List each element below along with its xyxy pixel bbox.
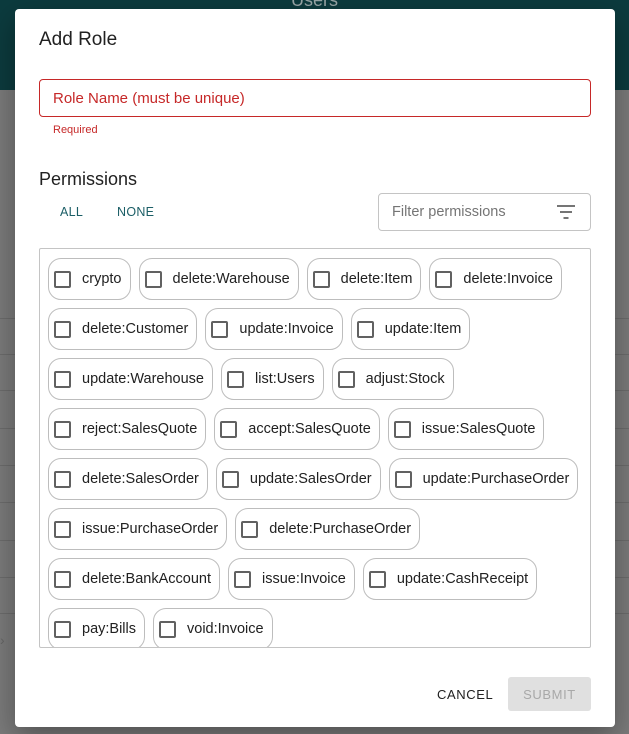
permissions-title: Permissions	[39, 169, 138, 189]
permission-label: update:Warehouse	[82, 371, 204, 387]
permission-label: delete:PurchaseOrder	[269, 521, 412, 537]
checkbox-icon[interactable]	[394, 470, 412, 488]
select-none-button[interactable]: NONE	[117, 205, 154, 219]
permission-label: update:SalesOrder	[249, 471, 372, 487]
checkbox-icon[interactable]	[54, 320, 71, 338]
permission-label: adjust:Stock	[365, 371, 445, 387]
checkbox-icon[interactable]	[54, 470, 71, 488]
permission-chip[interactable]: adjust:Stock	[331, 358, 454, 400]
role-name-input[interactable]	[40, 80, 590, 116]
permission-label: pay:Bills	[82, 621, 136, 637]
permission-label: issue:PurchaseOrder	[82, 521, 219, 537]
checkbox-icon[interactable]	[312, 270, 330, 288]
permission-label: list:Users	[255, 371, 315, 387]
permission-chip[interactable]: accept:SalesQuote	[214, 408, 380, 450]
permission-chip[interactable]: issue:SalesQuote	[387, 408, 545, 450]
permission-chip[interactable]: delete:Customer	[48, 308, 198, 350]
permission-label: delete:Invoice	[463, 271, 553, 287]
permission-label: update:CashReceipt	[396, 571, 529, 587]
checkbox-icon[interactable]	[220, 420, 238, 438]
permission-chip[interactable]: update:SalesOrder	[215, 458, 381, 500]
permission-chip[interactable]: update:Invoice	[205, 308, 343, 350]
dialog-title: Add Role	[39, 29, 118, 50]
cancel-button[interactable]: CANCEL	[437, 687, 493, 702]
permission-chip[interactable]: void:Invoice	[153, 608, 273, 647]
permission-chip[interactable]: update:PurchaseOrder	[388, 458, 579, 500]
checkbox-icon[interactable]	[233, 570, 251, 588]
permission-chip[interactable]: reject:SalesQuote	[48, 408, 207, 450]
checkbox-icon[interactable]	[54, 570, 71, 588]
checkbox-icon[interactable]	[54, 620, 71, 638]
permission-label: update:Item	[384, 321, 462, 337]
chevron-right-icon: ›	[0, 632, 5, 648]
permission-chip[interactable]: issue:PurchaseOrder	[48, 508, 228, 550]
permission-chip[interactable]: update:CashReceipt	[362, 558, 538, 600]
permission-label: issue:Invoice	[261, 571, 346, 587]
checkbox-icon[interactable]	[54, 520, 71, 538]
checkbox-icon[interactable]	[227, 370, 244, 388]
permission-chip[interactable]: delete:Invoice	[429, 258, 562, 300]
permission-chip[interactable]: delete:SalesOrder	[48, 458, 208, 500]
permission-chip[interactable]: issue:Invoice	[227, 558, 355, 600]
permissions-list-container[interactable]: crypto delete:Warehouse delete:Item delete:…	[39, 248, 591, 648]
submit-button[interactable]: SUBMIT	[508, 677, 591, 711]
checkbox-icon[interactable]	[221, 470, 239, 488]
permission-label: delete:SalesOrder	[82, 471, 199, 487]
checkbox-icon[interactable]	[54, 270, 71, 288]
permission-label: delete:Warehouse	[172, 271, 290, 287]
checkbox-icon[interactable]	[368, 570, 386, 588]
checkbox-icon[interactable]	[356, 320, 374, 338]
checkbox-icon[interactable]	[393, 420, 411, 438]
checkbox-icon[interactable]	[144, 270, 162, 288]
permission-chip[interactable]: delete:Warehouse	[138, 258, 299, 300]
permission-chip[interactable]: list:Users	[221, 358, 324, 400]
permission-chip[interactable]: update:Item	[350, 308, 471, 350]
permission-label: crypto	[82, 271, 122, 287]
permission-label: issue:SalesQuote	[421, 421, 536, 437]
checkbox-icon[interactable]	[159, 620, 176, 638]
add-role-dialog: Add Role Required Permissions ALL NONE c…	[15, 9, 615, 727]
permission-label: update:Invoice	[239, 321, 334, 337]
checkbox-icon[interactable]	[211, 320, 229, 338]
permission-chip[interactable]: pay:Bills	[48, 608, 145, 647]
permission-label: update:PurchaseOrder	[422, 471, 570, 487]
checkbox-icon[interactable]	[241, 520, 259, 538]
permission-label: delete:Item	[340, 271, 413, 287]
filter-permissions-field[interactable]	[378, 193, 591, 231]
permission-label: accept:SalesQuote	[248, 421, 371, 437]
permission-label: void:Invoice	[187, 621, 264, 637]
permission-label: delete:Customer	[82, 321, 189, 337]
permission-chip[interactable]: delete:BankAccount	[48, 558, 220, 600]
permission-chip[interactable]: delete:PurchaseOrder	[235, 508, 421, 550]
permission-label: delete:BankAccount	[82, 571, 211, 587]
role-name-helper: Required	[53, 124, 98, 136]
permission-chip[interactable]: update:Warehouse	[48, 358, 213, 400]
checkbox-icon[interactable]	[54, 370, 71, 388]
permission-label: reject:SalesQuote	[82, 421, 198, 437]
checkbox-icon[interactable]	[54, 420, 71, 438]
filter-icon[interactable]	[557, 205, 575, 219]
checkbox-icon[interactable]	[337, 370, 355, 388]
checkbox-icon[interactable]	[435, 270, 453, 288]
permission-chip[interactable]: crypto	[48, 258, 131, 300]
role-name-field[interactable]	[39, 79, 591, 117]
permission-chip[interactable]: delete:Item	[306, 258, 422, 300]
permissions-list: crypto delete:Warehouse delete:Item delete:…	[40, 249, 590, 647]
select-all-button[interactable]: ALL	[60, 205, 83, 219]
